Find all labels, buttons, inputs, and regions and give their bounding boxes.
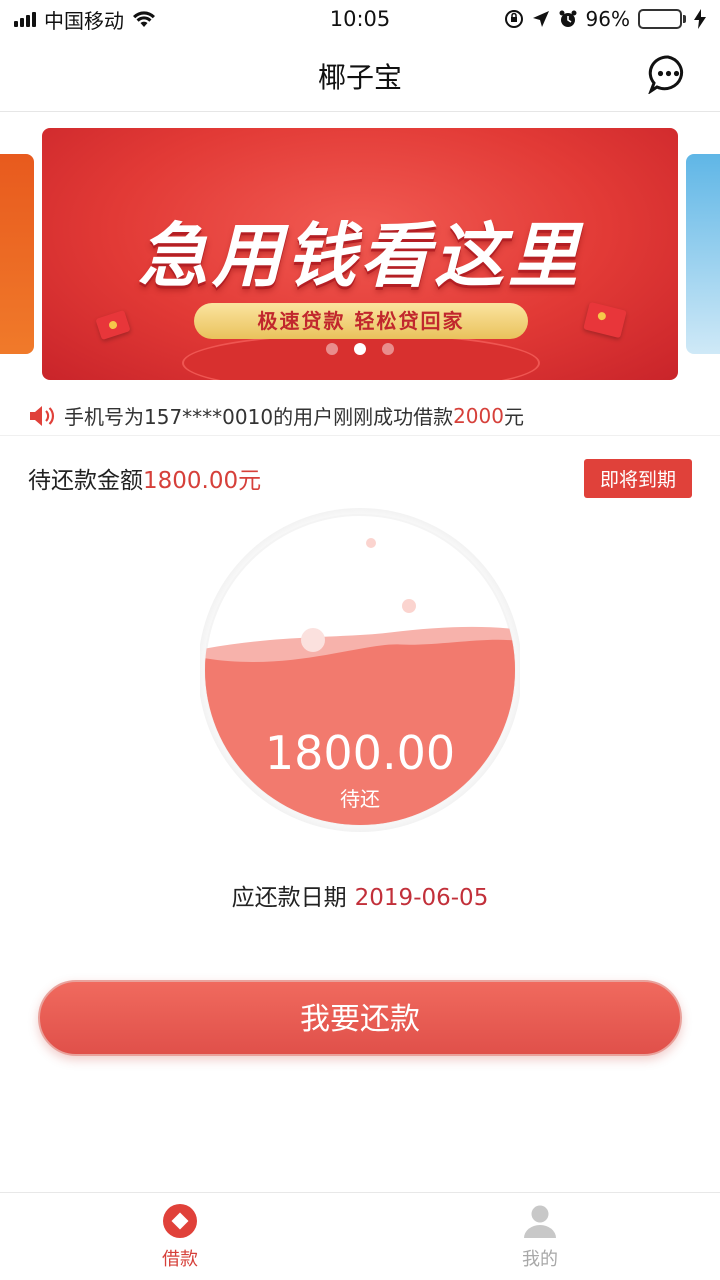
tab-mine-label: 我的 [522,1248,558,1270]
carousel-dot[interactable] [354,343,366,355]
cellular-signal-icon [14,11,36,27]
status-right: 96% [504,7,706,31]
gauge-amount: 1800.00 [264,726,456,780]
repay-button[interactable]: 我要还款 [38,980,682,1056]
due-date-label: 应还款日期 [231,885,347,911]
more-options-icon[interactable] [648,54,688,94]
status-badge: 即将到期 [583,458,692,498]
status-bar: 中国移动 10:05 96% [0,0,720,38]
banner-pill: 极速贷款 轻松贷回家 [194,303,528,339]
due-date-value: 2019-06-05 [354,885,489,911]
carousel-dot[interactable] [382,343,394,355]
banner-carousel[interactable]: 急用钱看这里 极速贷款 轻松贷回家 [0,128,720,382]
notice-unit: 元 [503,405,524,429]
banner-slide-next[interactable] [686,154,720,354]
tab-mine[interactable]: 我的 [360,1193,720,1280]
battery-percent: 96% [585,7,630,31]
orientation-lock-icon [504,10,523,28]
repayment-gauge: 1800.00 待还 [198,505,522,835]
alarm-icon [559,10,577,27]
notice-amount: 2000 [453,403,504,428]
carousel-dots [42,343,678,355]
amount-line: 待还款金额1800.00元 [28,461,261,495]
tab-bar: 借款 我的 [0,1192,720,1280]
gauge-center: 1800.00 待还 [200,727,520,812]
banner-headline: 急用钱看这里 [138,215,582,297]
user-icon [524,1205,556,1238]
red-envelope-icon [583,301,627,339]
status-left: 中国移动 [14,5,156,34]
wifi-icon [133,11,155,27]
banner-slide[interactable]: 急用钱看这里 极速贷款 轻松贷回家 [42,128,678,380]
amount-value: 1800.00元 [143,468,262,494]
due-date-row: 应还款日期 2019-06-05 [0,878,720,912]
tab-loan[interactable]: 借款 [0,1193,360,1280]
amount-label: 待还款金额 [28,468,143,494]
battery-icon [638,9,686,29]
loan-icon [163,1203,197,1238]
nav-bar: 椰子宝 [0,38,720,112]
repayment-summary: 待还款金额1800.00元 即将到期 [28,458,692,498]
speaker-icon [30,405,54,426]
carrier-name: 中国移动 [44,8,124,33]
carousel-dot[interactable] [326,343,338,355]
notice-marquee: 手机号为157****0010的用户刚刚成功借款 2000 元 [0,396,720,436]
red-envelope-icon [95,309,131,341]
notice-text: 手机号为157****0010的用户刚刚成功借款 [64,405,454,429]
gauge-label: 待还 [340,787,380,811]
banner-podium [182,333,540,380]
location-arrow-icon [532,11,549,27]
charging-bolt-icon [694,9,706,29]
tab-loan-label: 借款 [162,1248,198,1270]
banner-slide-prev[interactable] [0,154,34,354]
page-title: 椰子宝 [317,61,402,94]
